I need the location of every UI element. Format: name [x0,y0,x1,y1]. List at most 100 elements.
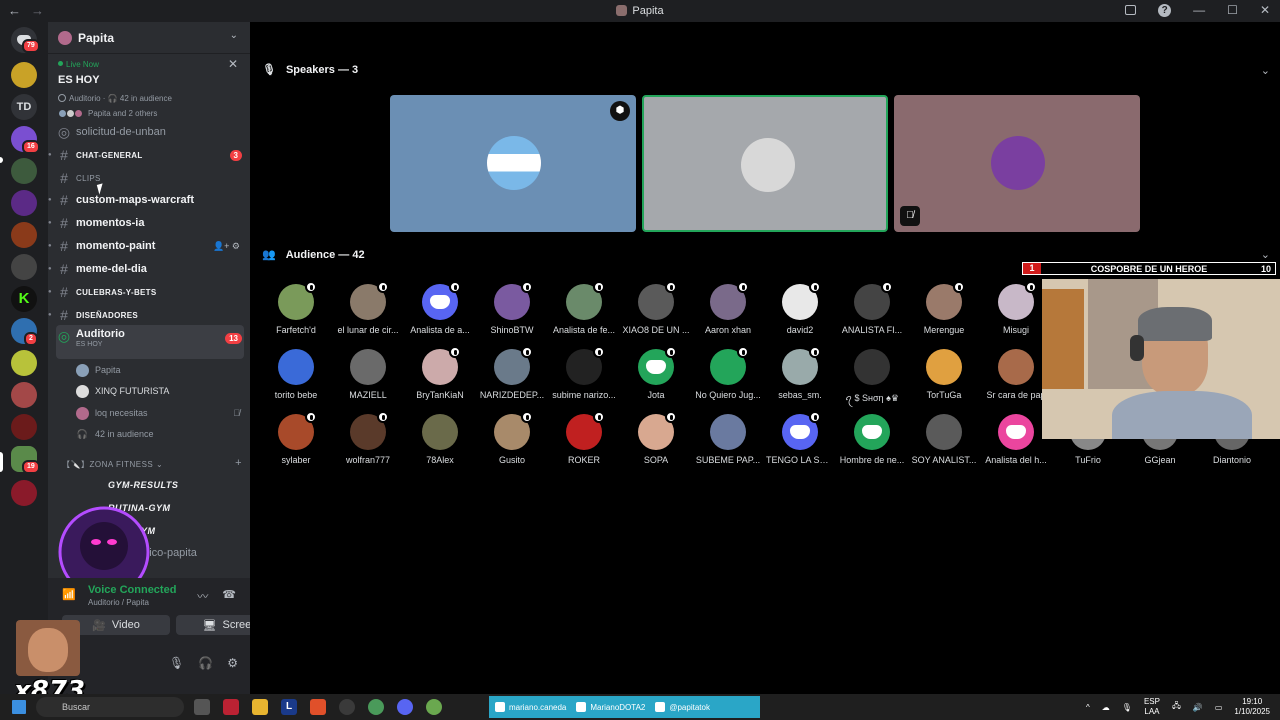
server-td-icon[interactable]: TD [11,94,37,120]
language-indicator[interactable]: ESP LAA [1144,697,1160,717]
server-dota-icon[interactable] [11,414,37,440]
audience-member[interactable]: torito bebe [262,349,330,409]
chrome-icon[interactable] [368,699,384,715]
channel-momentos-ia[interactable]: ● # momentos-ia [48,213,244,233]
audience-member[interactable]: wolfran777 [334,411,402,474]
channel-gym-results[interactable]: GYM-RESULTS [108,480,178,490]
windows-start-icon[interactable] [12,700,26,714]
audience-member[interactable]: Hombre de ne... [838,414,906,474]
audience-member[interactable]: david2 [766,281,834,344]
network-icon[interactable]: 🖧 [1172,700,1181,714]
channel-custom-maps-warcraft[interactable]: ● # custom-maps-warcraft [48,190,244,210]
close-icon[interactable]: ✕ [228,57,238,71]
headphones-icon[interactable]: 🎧 [198,656,213,670]
audience-member[interactable]: Analista de fe... [550,281,618,344]
stage-audience-count[interactable]: 🎧 42 in audience [76,425,244,443]
channel-culebras-y-bets[interactable]: ● # CULEBRAS-Y-BETS [48,282,244,302]
brave-browser-icon[interactable] [310,699,326,715]
audience-member[interactable]: TorTuGa [910,349,978,409]
channel-clips[interactable]: # CLIPS [56,168,244,188]
audience-member[interactable]: ROKER [550,411,618,474]
stage-member-loq[interactable]: loq necesitas 🎙̸ [76,404,244,422]
audience-member[interactable]: Gusito [478,411,546,474]
app-l-icon[interactable]: L [281,699,297,715]
audience-member[interactable]: Jota [622,346,690,409]
audience-member[interactable]: ShinoBTW [478,281,546,344]
audience-member[interactable]: ꪖ $ Sнση ♠♛ [838,349,906,409]
chevron-up-icon[interactable]: ^ [1086,703,1090,712]
server-z-icon[interactable] [11,62,37,88]
server-icon-6[interactable] [11,190,37,216]
add-channel-icon[interactable]: + [235,457,242,469]
audience-member[interactable]: SOPA [622,411,690,474]
voice-status[interactable]: Voice Connected [88,584,176,596]
category-zona-fitness[interactable]: 【🔪】ZONA FITNESS ⌄ + [62,457,242,470]
audience-member[interactable]: sebas_sm. [766,346,834,409]
server-icon-7[interactable] [11,222,37,248]
noise-suppression-icon[interactable]: 〰 [197,588,208,604]
gear-icon[interactable]: ⚙ [227,656,238,670]
chevron-down-icon[interactable]: ⌄ [230,30,238,41]
channel-chat-general[interactable]: ● # CHAT-GENERAL 3 [48,145,244,165]
audience-member[interactable]: el lunar de cir... [334,281,402,344]
live-stage-banner[interactable]: Live Now ✕ ES HOY Auditorio · 🎧 42 in au… [48,54,250,126]
server-icon-12[interactable] [11,382,37,408]
stage-member-xinq[interactable]: XINQ FUTURISTA [76,382,244,400]
voice-path[interactable]: Auditorio / Papita [88,598,149,607]
server-icon-15[interactable] [11,480,37,506]
task-view-icon[interactable] [194,699,210,715]
server-icon-8[interactable] [11,254,37,280]
channel-meme-del-dia[interactable]: ● # meme-del-dia [48,259,244,279]
stage-member-papita[interactable]: Papita [76,361,244,379]
audience-member[interactable]: 78Alex [406,414,474,474]
audience-member[interactable]: Analista del h... [982,414,1050,474]
obs-icon[interactable] [339,699,355,715]
audience-member[interactable]: Merengue [910,281,978,344]
screen-share-button[interactable]: 🖥Screen [176,615,250,635]
audience-member[interactable]: No Quiero Jug... [694,346,762,409]
audience-member[interactable]: Misugi [982,281,1050,344]
disconnect-icon[interactable]: ☎ [222,588,236,604]
audience-member[interactable]: Sr cara de pap [982,349,1050,409]
channel-momento-paint[interactable]: ● # momento-paint 👤+ ⚙ [48,236,244,256]
audience-member[interactable]: subime narizo... [550,346,618,409]
channel-solicitud-de-unban[interactable]: ◎ solicitud-de-unban [56,122,244,142]
server-icon-11[interactable] [11,350,37,376]
channel-auditorio[interactable]: ◎ Auditorio ES HOY 13 [56,325,244,359]
speaker-tile-1[interactable]: ⬢ [390,95,636,232]
audience-member[interactable]: SUBEME PAP... [694,414,762,474]
microphone-icon[interactable]: 🎙 [1122,703,1132,712]
channel-settings-icon[interactable]: 👤+ ⚙ [213,241,240,252]
collapse-audience-icon[interactable]: ⌄ [1261,248,1270,261]
speaker-tile-2[interactable] [642,95,888,232]
maximize-button[interactable]: ☐ [1227,3,1238,17]
clock[interactable]: 19:10 1/10/2025 [1234,697,1270,717]
volume-icon[interactable]: 🔊 [1193,703,1203,712]
minimize-button[interactable]: — [1193,3,1205,17]
server-header[interactable]: Papita ⌄ [48,22,250,54]
app-icon[interactable] [426,699,442,715]
channel-disenadores[interactable]: ● # DISEÑADORES [48,305,244,325]
audience-member[interactable]: SOY ANALIST... [910,414,978,474]
collapse-speakers-icon[interactable]: ⌄ [1261,64,1270,77]
audience-member[interactable]: NARIZDEDEP... [478,346,546,409]
inbox-icon[interactable] [1125,5,1137,15]
help-icon[interactable]: ? [1158,3,1172,17]
audience-member[interactable]: MAZIELL [334,349,402,409]
taskbar-search[interactable]: Buscar [36,697,184,717]
file-explorer-icon[interactable] [252,699,268,715]
audience-member[interactable]: Farfetch'd [262,281,330,344]
speaker-tile-3[interactable]: 🎙̸ [894,95,1140,232]
close-window-button[interactable]: ✕ [1260,3,1270,17]
audience-member[interactable]: XIAO8 DE UN ... [622,281,690,344]
audience-member[interactable]: ANALISTA FI... [838,281,906,344]
discord-taskbar-icon[interactable] [397,699,413,715]
server-kick-icon[interactable]: K [11,286,37,312]
server-icon-5[interactable] [11,158,37,184]
audience-member[interactable]: BryTanKiaN [406,346,474,409]
cloud-icon[interactable]: ☁ [1102,703,1110,712]
audience-member[interactable]: TENGO LA SO... [766,411,834,474]
audience-member[interactable]: Analista de a... [406,281,474,344]
battery-icon[interactable]: ▭ [1215,703,1223,712]
audience-member[interactable]: Aaron xhan [694,281,762,344]
